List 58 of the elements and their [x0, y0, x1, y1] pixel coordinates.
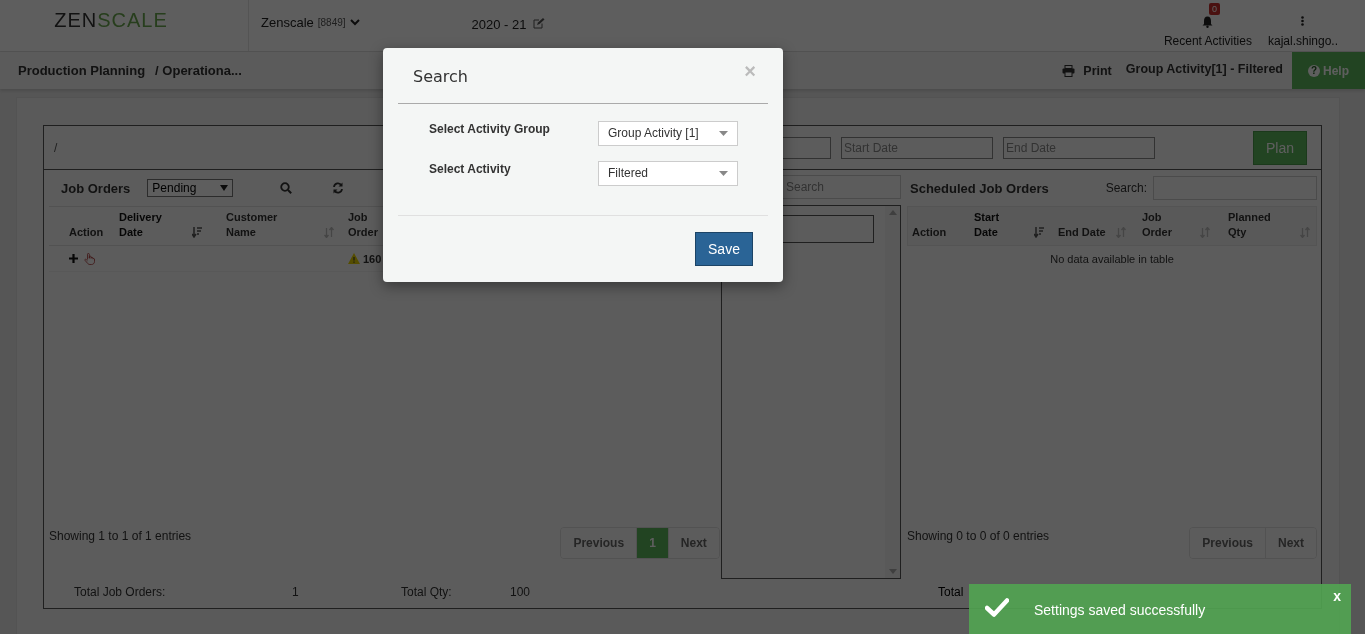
breadcrumb-current: / Operationa... [155, 63, 242, 78]
close-button[interactable]: x [1327, 587, 1347, 605]
search-label: Search: [1105, 181, 1147, 196]
scroll-up-icon[interactable] [888, 210, 897, 216]
company-selector[interactable]: Zenscale [8849] [261, 14, 360, 30]
user-menu[interactable]: kajal.shingo.. [1267, 15, 1338, 48]
hand-pointer-icon[interactable] [84, 252, 95, 265]
close-button[interactable]: × [744, 60, 756, 83]
column-header[interactable]: Customer Name [218, 207, 340, 246]
sort-descending-icon [1034, 227, 1044, 239]
notification-badge: 0 [1209, 3, 1220, 15]
table-info: Showing 1 to 1 of 1 entries [49, 529, 192, 544]
column-header[interactable]: Start Date [968, 207, 1050, 246]
column-header[interactable]: Action [908, 207, 968, 246]
logo[interactable]: ZENSCALE [54, 9, 168, 32]
search-icon[interactable] [280, 182, 293, 195]
help-icon: ? [1308, 64, 1320, 77]
dialog-title: Search [413, 66, 468, 86]
bell-icon [1202, 15, 1214, 28]
edit-icon[interactable] [532, 18, 545, 29]
checkmark-icon [985, 598, 1009, 617]
dropdown-field[interactable]: Filtered [598, 160, 738, 186]
status-select[interactable]: Pending [147, 179, 234, 198]
save-button[interactable]: Save [695, 232, 753, 266]
recent-activities-button[interactable]: Recent Activities [1163, 15, 1252, 48]
table-info: Showing 0 to 0 of 0 entries [907, 529, 1050, 544]
breadcrumb-link[interactable]: Production Planning [18, 63, 146, 78]
column-header[interactable]: End Date [1050, 207, 1132, 246]
financial-year: 2020 - 21 [471, 16, 527, 32]
total-label: Total Job Orders: [74, 585, 166, 600]
field-label: Select Activity [429, 162, 512, 176]
total-value: 100 [510, 585, 531, 600]
column-header[interactable]: Planned Qty [1216, 207, 1316, 246]
total-label: Total [938, 585, 964, 600]
sort-descending-icon [192, 227, 202, 239]
dropdown-arrow-icon [719, 130, 728, 136]
plus-icon[interactable] [69, 254, 78, 264]
dropdown-arrow-icon [719, 170, 728, 176]
print-link[interactable]: Print [1083, 63, 1112, 78]
column-header[interactable]: Job Order [1132, 207, 1216, 246]
section-title: Scheduled Job Orders [910, 180, 1049, 196]
scroll-down-icon[interactable] [888, 569, 897, 575]
dropdown-field[interactable]: Group Activity [1] [598, 120, 738, 146]
section-title: Job Orders [61, 180, 131, 196]
toast-message: Settings saved successfully [1034, 602, 1206, 618]
path-label: / [54, 140, 58, 155]
total-value: 1 [292, 585, 299, 600]
field-label: Select Activity Group [429, 122, 551, 136]
column-header[interactable]: Action [49, 207, 119, 246]
chevron-down-icon [349, 18, 360, 26]
total-label: Total Qty: [401, 585, 452, 600]
dropdown-arrow-icon [220, 185, 229, 192]
kebab-menu-icon [1301, 15, 1305, 26]
printer-icon[interactable] [1062, 64, 1076, 77]
refresh-icon[interactable] [332, 182, 345, 195]
filter-summary: Group Activity[1] - Filtered [1125, 61, 1283, 76]
column-header[interactable]: Delivery Date [119, 207, 208, 246]
empty-table-message: No data available in table [1049, 252, 1175, 266]
